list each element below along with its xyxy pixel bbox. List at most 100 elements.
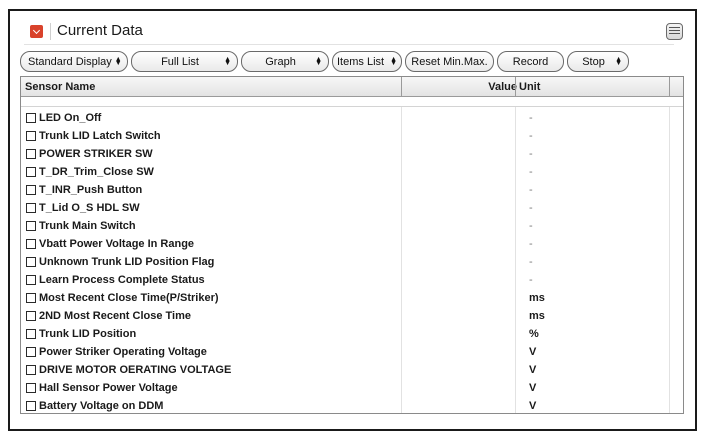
- sensor-unit: -: [529, 220, 533, 232]
- sensor-unit: V: [529, 382, 537, 394]
- sensor-unit: -: [529, 202, 533, 214]
- column-header-value[interactable]: Value: [488, 81, 517, 93]
- table-row[interactable]: POWER STRIKER SW -: [21, 146, 683, 164]
- sensor-name: Learn Process Complete Status: [39, 274, 205, 286]
- sensor-name: Battery Voltage on DDM: [39, 400, 164, 412]
- sensor-name: Power Striker Operating Voltage: [39, 346, 207, 358]
- items-list-label: Items List: [337, 55, 385, 68]
- sensor-unit: V: [529, 364, 537, 376]
- row-checkbox[interactable]: [26, 293, 36, 303]
- table-row[interactable]: Most Recent Close Time(P/Striker) ms: [21, 290, 683, 308]
- table-row[interactable]: Vbatt Power Voltage In Range -: [21, 236, 683, 254]
- sensor-name: Most Recent Close Time(P/Striker): [39, 292, 219, 304]
- row-checkbox[interactable]: [26, 311, 36, 321]
- sensor-name: Trunk LID Position: [39, 328, 137, 340]
- standard-display-label: Standard Display: [28, 55, 112, 68]
- column-header-sensor-name[interactable]: Sensor Name: [25, 81, 95, 93]
- table-row[interactable]: T_DR_Trim_Close SW -: [21, 164, 683, 182]
- sensor-name: LED On_Off: [39, 112, 102, 124]
- row-checkbox[interactable]: [26, 113, 36, 123]
- column-header-unit[interactable]: Unit: [519, 81, 540, 93]
- full-list-select[interactable]: Full List ▲ ▼: [131, 51, 238, 72]
- standard-display-select[interactable]: Standard Display ▲ ▼: [20, 51, 128, 72]
- table-row[interactable]: Trunk LID Latch Switch -: [21, 128, 683, 146]
- title-bar: Current Data: [10, 11, 695, 45]
- row-checkbox[interactable]: [26, 383, 36, 393]
- row-checkbox[interactable]: [26, 203, 36, 213]
- table-row[interactable]: T_INR_Push Button -: [21, 182, 683, 200]
- list-menu-icon[interactable]: [666, 23, 683, 40]
- sensor-unit: %: [529, 328, 539, 340]
- stepper-icon: ▲ ▼: [114, 55, 122, 67]
- table-row[interactable]: 2ND Most Recent Close Time ms: [21, 308, 683, 326]
- stepper-icon: ▲ ▼: [615, 55, 622, 67]
- row-checkbox[interactable]: [26, 275, 36, 285]
- stepper-icon: ▲ ▼: [315, 55, 322, 67]
- table-row[interactable]: T_Lid O_S HDL SW -: [21, 200, 683, 218]
- row-checkbox[interactable]: [26, 401, 36, 411]
- table-row[interactable]: Trunk Main Switch -: [21, 218, 683, 236]
- table-header: Sensor Name Value Unit: [21, 77, 683, 97]
- toolbar: Standard Display ▲ ▼ Full List ▲ ▼ Graph ▲…: [20, 51, 629, 73]
- table-body: LED On_Off - Trunk LID Latch Switch - POWER …: [21, 110, 683, 413]
- row-checkbox[interactable]: [26, 185, 36, 195]
- stepper-icon: ▲ ▼: [390, 55, 397, 67]
- header-spacer: [21, 98, 683, 107]
- table-row[interactable]: Hall Sensor Power Voltage V: [21, 380, 683, 398]
- table-row[interactable]: DRIVE MOTOR OERATING VOLTAGE V: [21, 362, 683, 380]
- row-checkbox[interactable]: [26, 149, 36, 159]
- row-checkbox[interactable]: [26, 167, 36, 177]
- sensor-name: T_DR_Trim_Close SW: [39, 166, 154, 178]
- stop-label: Stop: [582, 55, 605, 68]
- table-row[interactable]: LED On_Off -: [21, 110, 683, 128]
- items-list-select[interactable]: Items List ▲ ▼: [332, 51, 402, 72]
- sensor-unit: -: [529, 148, 533, 160]
- row-checkbox[interactable]: [26, 131, 36, 141]
- stop-select[interactable]: Stop ▲ ▼: [567, 51, 629, 72]
- row-checkbox[interactable]: [26, 239, 36, 249]
- sensor-name: DRIVE MOTOR OERATING VOLTAGE: [39, 364, 232, 376]
- stepper-icon: ▲ ▼: [224, 55, 231, 67]
- sensor-unit: V: [529, 346, 537, 358]
- sensor-data-table: Sensor Name Value Unit LED On_Off - Trunk …: [20, 76, 684, 414]
- sensor-unit: -: [529, 184, 533, 196]
- sensor-name: Vbatt Power Voltage In Range: [39, 238, 195, 250]
- row-checkbox[interactable]: [26, 365, 36, 375]
- table-row[interactable]: Learn Process Complete Status -: [21, 272, 683, 290]
- sensor-unit: V: [529, 400, 537, 412]
- sensor-unit: -: [529, 130, 533, 142]
- sensor-unit: ms: [529, 292, 545, 304]
- row-checkbox[interactable]: [26, 329, 36, 339]
- sensor-unit: -: [529, 112, 533, 124]
- record-label: Record: [512, 55, 549, 68]
- row-checkbox[interactable]: [26, 347, 36, 357]
- sensor-unit: -: [529, 274, 533, 286]
- window-title: Current Data: [57, 22, 143, 39]
- title-divider: [24, 44, 674, 45]
- column-divider[interactable]: [401, 77, 402, 97]
- sensor-name: Hall Sensor Power Voltage: [39, 382, 178, 394]
- sensor-unit: -: [529, 256, 533, 268]
- reset-min-max-button[interactable]: Reset Min.Max.: [405, 51, 494, 72]
- sensor-name: Unknown Trunk LID Position Flag: [39, 256, 215, 268]
- chevron-down-icon[interactable]: [30, 25, 43, 38]
- column-divider[interactable]: [669, 77, 670, 97]
- sensor-unit: -: [529, 238, 533, 250]
- title-separator: [50, 23, 51, 40]
- sensor-name: POWER STRIKER SW: [39, 148, 153, 160]
- sensor-unit: ms: [529, 310, 545, 322]
- table-row[interactable]: Power Striker Operating Voltage V: [21, 344, 683, 362]
- reset-min-max-label: Reset Min.Max.: [411, 55, 488, 68]
- graph-select[interactable]: Graph ▲ ▼: [241, 51, 329, 72]
- full-list-label: Full List: [161, 55, 199, 68]
- row-checkbox[interactable]: [26, 257, 36, 267]
- column-divider[interactable]: [515, 77, 516, 97]
- table-row[interactable]: Trunk LID Position%: [21, 326, 683, 344]
- current-data-window: Current Data Standard Display ▲ ▼ Full Li…: [8, 9, 697, 431]
- graph-label: Graph: [265, 55, 296, 68]
- sensor-name: T_INR_Push Button: [39, 184, 143, 196]
- record-button[interactable]: Record: [497, 51, 564, 72]
- table-row[interactable]: Battery Voltage on DDM V: [21, 398, 683, 413]
- table-row[interactable]: Unknown Trunk LID Position Flag -: [21, 254, 683, 272]
- row-checkbox[interactable]: [26, 221, 36, 231]
